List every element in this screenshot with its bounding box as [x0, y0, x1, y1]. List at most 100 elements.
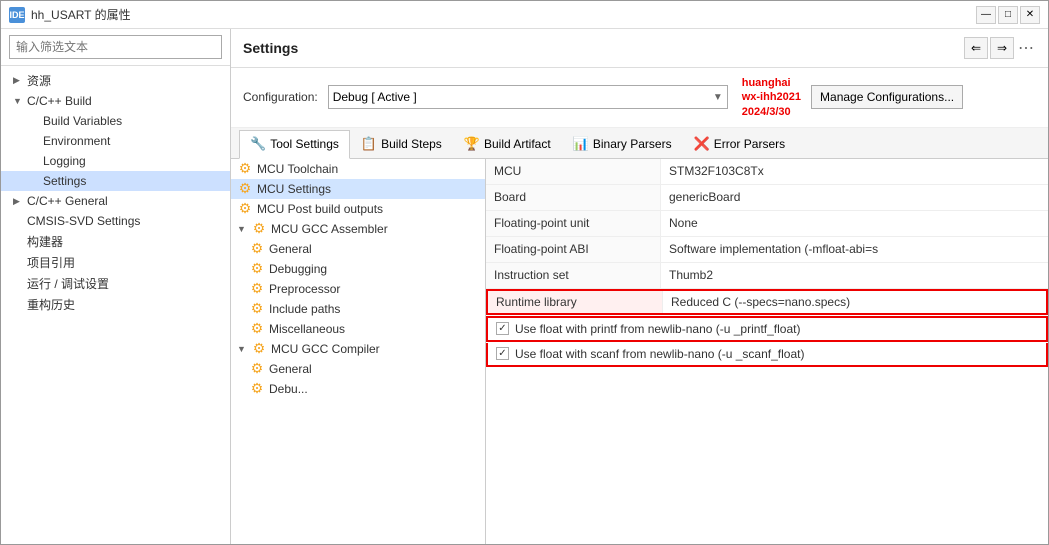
back-button[interactable]: ⇐ — [964, 37, 988, 59]
gear-icon: ⚙ — [251, 341, 267, 357]
nav-dots[interactable]: ⋯ — [1016, 38, 1036, 58]
tree2-item-general[interactable]: ⚙ General — [231, 239, 485, 259]
sidebar-item-resources[interactable]: ▶ 资源 — [1, 70, 230, 91]
gear-icon: ⚙ — [249, 321, 265, 337]
tab-label: Error Parsers — [714, 137, 785, 151]
prop-label: Runtime library — [488, 291, 663, 313]
sidebar-item-project-ref[interactable]: 项目引用 — [1, 252, 230, 273]
tree2-item-label: Debugging — [269, 262, 327, 276]
binary-icon: 📊 — [573, 136, 589, 152]
tree2-item-include-paths[interactable]: ⚙ Include paths — [231, 299, 485, 319]
prop-label: Board — [486, 185, 661, 210]
tree2-item-label: MCU GCC Compiler — [271, 342, 380, 356]
prop-value: genericBoard — [661, 185, 1048, 210]
title-bar: IDE hh_USART 的属性 — □ ✕ — [1, 1, 1048, 29]
watermark-line1: huanghai — [742, 76, 801, 90]
minimize-button[interactable]: — — [976, 6, 996, 24]
main-content: ▶ 资源 ▼ C/C++ Build Build Variables Envir… — [1, 29, 1048, 544]
tab-tool-settings[interactable]: 🔧 Tool Settings — [239, 130, 350, 159]
tree2-item-label: Miscellaneous — [269, 322, 345, 336]
prop-label: Floating-point unit — [486, 211, 661, 236]
tree2-item-debug2[interactable]: ⚙ Debu... — [231, 379, 485, 399]
tree2-item-general2[interactable]: ⚙ General — [231, 359, 485, 379]
prop-value: Thumb2 — [661, 263, 1048, 288]
tree2-item-mcu-gcc-compiler[interactable]: ▼ ⚙ MCU GCC Compiler — [231, 339, 485, 359]
manage-configurations-button[interactable]: Manage Configurations... — [811, 85, 963, 109]
prop-row-instruction-set: Instruction set Thumb2 — [486, 263, 1048, 289]
close-button[interactable]: ✕ — [1020, 6, 1040, 24]
arrow-icon: ▶ — [13, 196, 23, 207]
watermark-line2: wx-ihh2021 — [742, 90, 801, 104]
gear-icon: ⚙ — [249, 281, 265, 297]
tab-label: Build Artifact — [484, 137, 551, 151]
window-controls: — □ ✕ — [976, 6, 1040, 24]
sidebar-item-settings[interactable]: Settings — [1, 171, 230, 191]
tree2-item-mcu-toolchain[interactable]: ⚙ MCU Toolchain — [231, 159, 485, 179]
tree2-item-mcu-gcc-assembler[interactable]: ▼ ⚙ MCU GCC Assembler — [231, 219, 485, 239]
maximize-button[interactable]: □ — [998, 6, 1018, 24]
prop-value: Software implementation (-mfloat-abi=s — [661, 237, 1048, 262]
sidebar-item-environment[interactable]: Environment — [1, 131, 230, 151]
expand-arrow-icon: ▼ — [237, 224, 247, 234]
tree2-item-mcu-settings[interactable]: ⚙ MCU Settings — [231, 179, 485, 199]
prop-row-runtime-library: Runtime library Reduced C (--specs=nano.… — [486, 289, 1048, 315]
sidebar-item-refactor-history[interactable]: 重构历史 — [1, 294, 230, 315]
gear-icon: ⚙ — [251, 221, 267, 237]
tab-label: Tool Settings — [270, 137, 339, 151]
checkbox-scanf[interactable]: ✓ — [496, 347, 509, 360]
sidebar-item-cpp-build[interactable]: ▼ C/C++ Build — [1, 91, 230, 111]
right-panel: Settings ⇐ ⇒ ⋯ Configuration: Debug [ Ac… — [231, 29, 1048, 544]
tree2-item-label: Debu... — [269, 382, 308, 396]
prop-value: None — [661, 211, 1048, 236]
gear-icon: ⚙ — [237, 161, 253, 177]
checkbox-printf[interactable]: ✓ — [496, 322, 509, 335]
prop-label: Floating-point ABI — [486, 237, 661, 262]
sidebar-item-cpp-general[interactable]: ▶ C/C++ General — [1, 191, 230, 211]
sidebar-item-build-variables[interactable]: Build Variables — [1, 111, 230, 131]
sidebar-item-label: CMSIS-SVD Settings — [27, 214, 140, 228]
sidebar-item-label: 资源 — [27, 72, 51, 89]
prop-value: Reduced C (--specs=nano.specs) — [663, 291, 1046, 313]
steps-icon: 📋 — [361, 136, 377, 152]
gear-icon: ⚙ — [249, 261, 265, 277]
sidebar-item-cmsis-svd[interactable]: CMSIS-SVD Settings — [1, 211, 230, 231]
tab-build-artifact[interactable]: 🏆 Build Artifact — [453, 130, 562, 158]
sidebar-item-label: Build Variables — [43, 114, 122, 128]
tab-binary-parsers[interactable]: 📊 Binary Parsers — [562, 130, 683, 158]
sidebar-item-label: 项目引用 — [27, 254, 75, 271]
tab-error-parsers[interactable]: ❌ Error Parsers — [683, 130, 797, 158]
watermark: huanghai wx-ihh2021 2024/3/30 — [742, 76, 801, 119]
config-value: Debug [ Active ] — [333, 90, 417, 104]
tab-label: Build Steps — [381, 137, 442, 151]
tool-settings-tree: ⚙ MCU Toolchain ⚙ MCU Settings ⚙ MCU Pos… — [231, 159, 486, 544]
tab-build-steps[interactable]: 📋 Build Steps — [350, 130, 453, 158]
config-row: Configuration: Debug [ Active ] ▼ huangh… — [231, 68, 1048, 128]
prop-row-mcu: MCU STM32F103C8Tx — [486, 159, 1048, 185]
tabs-bar: 🔧 Tool Settings 📋 Build Steps 🏆 Build Ar… — [231, 128, 1048, 159]
tab-label: Binary Parsers — [593, 137, 672, 151]
chevron-down-icon: ▼ — [713, 92, 723, 103]
search-input[interactable] — [9, 35, 222, 59]
prop-row-fp-unit: Floating-point unit None — [486, 211, 1048, 237]
error-icon: ❌ — [694, 136, 710, 152]
tree2-item-label: MCU Settings — [257, 182, 331, 196]
tree2-item-debugging[interactable]: ⚙ Debugging — [231, 259, 485, 279]
sidebar-item-builder[interactable]: 构建器 — [1, 231, 230, 252]
tree2-item-preprocessor[interactable]: ⚙ Preprocessor — [231, 279, 485, 299]
tree2-item-label: MCU Toolchain — [257, 162, 338, 176]
artifact-icon: 🏆 — [464, 136, 480, 152]
forward-button[interactable]: ⇒ — [990, 37, 1014, 59]
tree2-item-mcu-post-build[interactable]: ⚙ MCU Post build outputs — [231, 199, 485, 219]
arrow-icon: ▼ — [13, 96, 23, 106]
tree2-item-label: Preprocessor — [269, 282, 340, 296]
tree2-item-label: Include paths — [269, 302, 340, 316]
header-nav: ⇐ ⇒ ⋯ — [964, 37, 1036, 59]
sidebar-item-run-debug[interactable]: 运行 / 调试设置 — [1, 273, 230, 294]
sidebar-item-label: C/C++ General — [27, 194, 108, 208]
config-select[interactable]: Debug [ Active ] ▼ — [328, 85, 728, 109]
sidebar-item-logging[interactable]: Logging — [1, 151, 230, 171]
tree2-item-miscellaneous[interactable]: ⚙ Miscellaneous — [231, 319, 485, 339]
window-title: hh_USART 的属性 — [31, 6, 970, 23]
prop-label: MCU — [486, 159, 661, 184]
sidebar: ▶ 资源 ▼ C/C++ Build Build Variables Envir… — [1, 29, 231, 544]
